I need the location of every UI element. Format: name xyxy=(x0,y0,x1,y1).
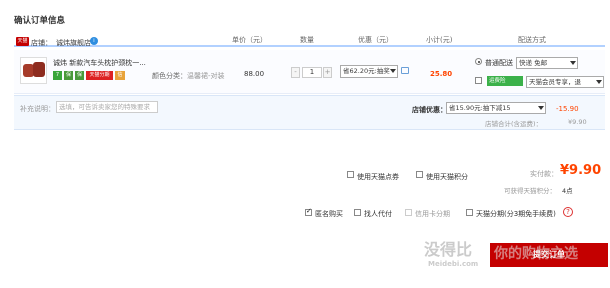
badge-installment-icon: 天猫分期 xyxy=(86,71,113,80)
proxy-pay-label: 找人代付 xyxy=(364,210,392,218)
shipping-normal-radio[interactable] xyxy=(475,58,482,65)
shipping-insurance-badge: 运费险 xyxy=(487,76,523,86)
badge-guarantee2-icon: 保 xyxy=(75,71,84,80)
watermark-logo: 没得比 xyxy=(424,240,473,259)
tmall-points-label: 使用天猫积分 xyxy=(426,173,468,181)
anonymous-checkbox[interactable] xyxy=(305,207,312,216)
tmall-installment-checkbox[interactable] xyxy=(466,209,473,216)
shop-label: 店铺： xyxy=(31,39,52,47)
quantity-input[interactable]: 1 xyxy=(302,67,322,78)
item-attribute: 颜色分类：温馨裙-对装 xyxy=(152,72,225,80)
shop-promo-value: -15.90 xyxy=(556,105,579,113)
tmall-logo-icon: 天猫 xyxy=(16,37,29,46)
memo-label: 补充说明： xyxy=(20,105,55,113)
item-unit-price: 88.00 xyxy=(244,70,265,78)
table-header: 单价（元） 数量 优惠（元） 小计(元) 配送方式 xyxy=(14,33,605,47)
item-thumbnail[interactable] xyxy=(20,57,47,84)
shipping-insurance-checkbox[interactable] xyxy=(475,77,482,84)
shop-total-label: 店铺合计(含运费)： xyxy=(485,120,543,128)
shipping-method-select[interactable]: 快递 免邮 xyxy=(516,57,578,69)
tmall-points-checkbox[interactable] xyxy=(416,171,423,178)
discount-info-icon[interactable] xyxy=(401,67,409,74)
wangwang-chat-icon[interactable]: i xyxy=(90,37,98,45)
quantity-minus-button[interactable]: - xyxy=(291,67,300,78)
credit-card-installment-label: 信用卡分期 xyxy=(415,210,450,218)
header-subtotal: 小计(元) xyxy=(426,36,453,44)
points-label: 可获得天猫积分： xyxy=(504,187,556,195)
shop-name-link[interactable]: 诚炜旗舰店 xyxy=(56,38,91,48)
quantity-plus-button[interactable]: + xyxy=(323,67,332,78)
header-quantity: 数量 xyxy=(300,36,314,44)
memo-input[interactable]: 选填，可告诉卖家您的特殊要求 xyxy=(56,101,158,113)
points-value: 4点 xyxy=(562,187,573,195)
badge-7day-icon: 7 xyxy=(53,71,62,80)
header-shipping: 配送方式 xyxy=(518,36,546,44)
shop-promo-label: 店铺优惠： xyxy=(412,106,447,114)
tmall-coupon-checkbox[interactable] xyxy=(347,171,354,178)
proxy-pay-checkbox[interactable] xyxy=(354,209,361,216)
item-subtotal: 25.80 xyxy=(430,70,453,78)
watermark-url: Meidebi.com xyxy=(428,260,479,268)
shop-promo-select[interactable]: 省15.90元:抽下减15 xyxy=(446,102,546,114)
credit-card-installment-checkbox[interactable] xyxy=(405,209,412,216)
chevron-down-icon xyxy=(570,61,576,65)
chevron-down-icon xyxy=(596,80,602,84)
badge-credit-icon: 信 xyxy=(115,71,125,80)
anonymous-label: 匿名购买 xyxy=(315,210,343,218)
tmall-installment-label: 天猫分期(分3期免手续费) xyxy=(476,210,556,218)
shop-total-value: ¥9.90 xyxy=(568,118,587,126)
chevron-down-icon xyxy=(538,106,544,110)
chevron-down-icon xyxy=(390,69,396,73)
tmall-coupon-label: 使用天猫点券 xyxy=(357,173,399,181)
badge-guarantee-icon: 保 xyxy=(64,71,73,80)
payment-amount: ¥9.90 xyxy=(560,163,602,178)
payment-label: 实付款： xyxy=(530,170,558,178)
help-icon[interactable]: ? xyxy=(563,207,573,217)
shipping-normal-label: 普通配送 xyxy=(485,59,513,67)
header-price: 单价（元） xyxy=(232,36,267,44)
item-title-link[interactable]: 诚炜 新款汽车头枕护颈枕一... xyxy=(53,58,146,68)
header-discount: 优惠（元） xyxy=(358,36,393,44)
pillow-image-right xyxy=(33,62,45,77)
page-title: 确认订单信息 xyxy=(14,16,66,26)
item-discount-select[interactable]: 省62.20元:抽奖 xyxy=(340,65,398,78)
shipping-insurance-select[interactable]: 天猫会员专享，退 xyxy=(526,76,604,88)
watermark-slogan: 你的购物之选 xyxy=(494,246,578,262)
